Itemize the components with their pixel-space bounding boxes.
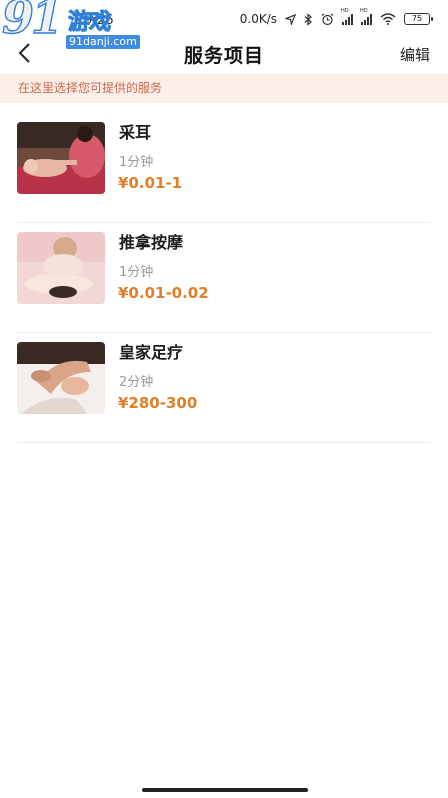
service-thumbnail	[17, 232, 105, 304]
alarm-icon	[321, 13, 334, 25]
service-item[interactable]: 皇家足疗 2分钟 ¥280-300	[17, 333, 431, 443]
watermark-logo: 91 游戏 91danji.com	[0, 0, 140, 52]
service-list: 采耳 1分钟 ¥0.01-1 推拿按摩 1分钟 ¥0.01-0.02 皇家足疗 …	[0, 113, 448, 443]
service-duration: 2分钟	[119, 375, 154, 390]
signal-icon: HD	[341, 8, 353, 25]
edit-button[interactable]: 编辑	[400, 44, 430, 65]
location-icon	[285, 13, 296, 25]
home-indicator[interactable]	[142, 788, 308, 792]
status-icons: 0.0K/s HD HD 75	[239, 8, 433, 26]
service-name: 采耳	[119, 123, 152, 142]
service-price: ¥280-300	[118, 394, 198, 412]
service-price: ¥0.01-1	[118, 174, 183, 192]
bluetooth-icon	[304, 12, 312, 26]
service-name: 推拿按摩	[119, 233, 184, 252]
watermark-name: 游戏	[67, 10, 111, 36]
service-thumbnail	[17, 122, 105, 194]
service-name: 皇家足疗	[119, 343, 184, 362]
service-item[interactable]: 采耳 1分钟 ¥0.01-1	[17, 113, 431, 223]
network-speed: 0.0K/s	[239, 12, 277, 26]
signal-icon: HD	[360, 8, 372, 25]
service-item[interactable]: 推拿按摩 1分钟 ¥0.01-0.02	[17, 223, 431, 333]
service-thumbnail	[17, 342, 105, 414]
service-price: ¥0.01-0.02	[118, 284, 209, 302]
battery-icon: 75	[404, 13, 433, 25]
service-duration: 1分钟	[119, 265, 154, 280]
wifi-icon	[380, 13, 396, 25]
service-duration: 1分钟	[119, 155, 154, 170]
tip-banner: 在这里选择您可提供的服务	[0, 74, 448, 103]
watermark-url: 91danji.com	[66, 35, 140, 49]
watermark-number: 91	[1, 0, 63, 44]
